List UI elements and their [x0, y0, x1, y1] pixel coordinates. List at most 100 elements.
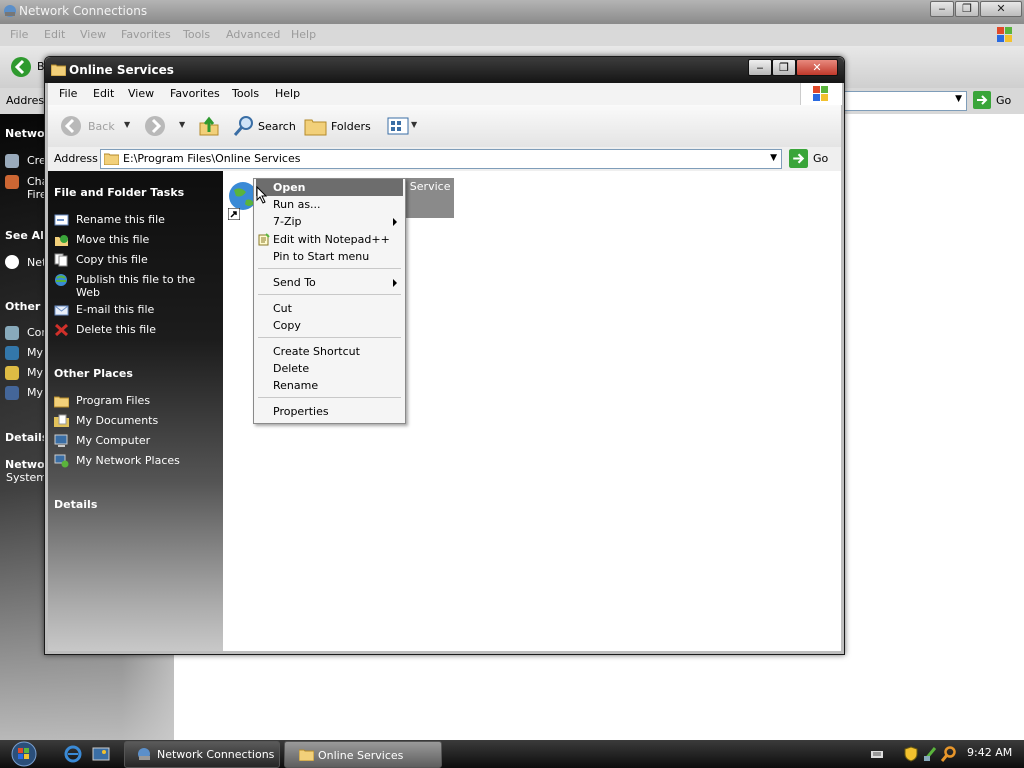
place-my-documents[interactable]: My Documents	[76, 414, 158, 427]
task-delete[interactable]: Delete this file	[76, 323, 156, 336]
chevron-down-icon[interactable]: ▼	[770, 153, 777, 163]
security-shield-icon[interactable]	[904, 746, 918, 762]
address-field[interactable]: E:\Program Files\Online Services ▼	[100, 149, 782, 169]
context-menu-7zip[interactable]: 7-Zip	[256, 213, 403, 230]
menu-file[interactable]: File	[59, 87, 77, 100]
taskbar-online-services-label: Online Services	[318, 749, 404, 762]
taskbar-clock[interactable]: 9:42 AM	[967, 746, 1012, 759]
bg-menu-help[interactable]: Help	[291, 28, 316, 41]
bg-minimize-button[interactable]: ‒	[930, 1, 954, 17]
context-menu-rename-label: Rename	[273, 379, 319, 392]
maximize-button[interactable]: ❐	[772, 59, 796, 76]
task-email[interactable]: E-mail this file	[76, 303, 154, 316]
minimize-button[interactable]: ‒	[748, 59, 772, 76]
close-button[interactable]: ✕	[796, 59, 838, 76]
folder-icon	[51, 64, 66, 76]
file-label: t Service	[402, 180, 451, 193]
taskbar-network-connections-label: Network Connections	[157, 748, 275, 761]
back-dropdown-icon[interactable]: ▼	[124, 120, 130, 129]
file-folder-tasks-title[interactable]: File and Folder Tasks	[54, 186, 184, 199]
search-button-label[interactable]: Search	[258, 120, 296, 133]
taskbar-network-connections[interactable]: Network Connections	[124, 741, 280, 768]
place-my-network-places[interactable]: My Network Places	[76, 454, 180, 467]
bg-menu-view[interactable]: View	[80, 28, 106, 41]
bg-menu-tools[interactable]: Tools	[183, 28, 210, 41]
context-menu-edit-notepad-label: Edit with Notepad++	[273, 233, 390, 246]
menu-help[interactable]: Help	[275, 87, 300, 100]
show-desktop-icon[interactable]	[92, 745, 110, 763]
context-menu-edit-notepad[interactable]: Edit with Notepad++	[256, 231, 403, 248]
place-program-files[interactable]: Program Files	[76, 394, 150, 407]
bg-address-field[interactable]: ▼	[843, 91, 967, 111]
online-services-window: Online Services ‒ ❐ ✕ File Edit View Fav…	[44, 56, 845, 655]
task-copy[interactable]: Copy this file	[76, 253, 148, 266]
bg-menu-edit[interactable]: Edit	[44, 28, 65, 41]
up-folder-icon[interactable]	[198, 115, 220, 137]
bg-close-button[interactable]: ✕	[980, 1, 1022, 17]
context-menu-send-to[interactable]: Send To	[256, 274, 403, 291]
email-icon	[54, 305, 69, 316]
chevron-down-icon[interactable]: ▼	[955, 94, 962, 104]
bg-go-label[interactable]: Go	[996, 94, 1011, 107]
context-menu-rename[interactable]: Rename	[256, 377, 403, 394]
bg-maximize-button[interactable]: ❐	[955, 1, 979, 17]
context-menu-open[interactable]: Open	[256, 179, 403, 196]
context-menu-delete-label: Delete	[273, 362, 310, 375]
context-menu-pin-start[interactable]: Pin to Start menu	[256, 248, 403, 265]
views-dropdown-icon[interactable]: ▼	[411, 120, 417, 129]
details-title[interactable]: Details	[54, 498, 97, 511]
menu-view[interactable]: View	[128, 87, 154, 100]
task-rename[interactable]: Rename this file	[76, 213, 165, 226]
folders-icon[interactable]	[304, 115, 328, 137]
search-tray-icon[interactable]	[941, 746, 957, 762]
menubar: File Edit View Favorites Tools Help	[48, 83, 842, 106]
context-menu-delete[interactable]: Delete	[256, 360, 403, 377]
bg-menu-favorites[interactable]: Favorites	[121, 28, 171, 41]
start-button-icon[interactable]	[10, 741, 38, 767]
bg-window-titlebar[interactable]: Network Connections ‒ ❐ ✕	[0, 0, 1024, 24]
taskbar-online-services[interactable]: Online Services	[284, 741, 442, 768]
back-arrow-icon[interactable]	[60, 115, 82, 137]
shortcut-arrow-icon	[228, 208, 240, 220]
context-menu-cut[interactable]: Cut	[256, 300, 403, 317]
menu-tools[interactable]: Tools	[232, 87, 259, 100]
go-arrow-icon[interactable]	[973, 91, 991, 109]
bg-menu-file[interactable]: File	[10, 28, 28, 41]
bg-op-2[interactable]: My	[27, 346, 43, 359]
folders-button-label[interactable]: Folders	[331, 120, 371, 133]
bg-op-4[interactable]: My	[27, 386, 43, 399]
firewall-icon	[5, 175, 19, 189]
context-menu-run-as[interactable]: Run as...	[256, 196, 403, 213]
context-menu-properties[interactable]: Properties	[256, 403, 403, 420]
back-button-label[interactable]: Back	[88, 120, 115, 133]
keyboard-icon[interactable]	[871, 748, 883, 760]
forward-arrow-icon[interactable]	[144, 115, 166, 137]
other-places-title[interactable]: Other Places	[54, 367, 133, 380]
menu-favorites[interactable]: Favorites	[170, 87, 220, 100]
search-icon[interactable]	[232, 114, 256, 138]
bg-menu-advanced[interactable]: Advanced	[226, 28, 280, 41]
forward-dropdown-icon[interactable]: ▼	[179, 120, 185, 129]
views-icon[interactable]	[387, 116, 409, 136]
bg-op-3[interactable]: My	[27, 366, 43, 379]
network-tray-icon[interactable]	[923, 746, 937, 762]
back-arrow-icon[interactable]	[10, 56, 32, 78]
task-publish-line1[interactable]: Publish this file to the	[76, 273, 195, 286]
go-arrow-icon[interactable]	[789, 149, 808, 168]
task-move[interactable]: Move this file	[76, 233, 149, 246]
address-label: Address	[54, 152, 98, 165]
menu-edit[interactable]: Edit	[93, 87, 114, 100]
bg-task-create[interactable]: Cre	[27, 154, 46, 167]
toolbar: Back ▼ ▼ Search Folders ▼	[48, 105, 841, 148]
task-publish-line2[interactable]: Web	[76, 286, 100, 299]
window-titlebar[interactable]: Online Services ‒ ❐ ✕	[45, 57, 844, 83]
menu-separator	[258, 337, 401, 338]
internet-explorer-icon[interactable]	[64, 745, 82, 763]
folder-icon	[299, 749, 314, 761]
go-button-label[interactable]: Go	[813, 152, 828, 165]
folder-icon	[104, 153, 119, 165]
address-path: E:\Program Files\Online Services	[123, 152, 301, 165]
place-my-computer[interactable]: My Computer	[76, 434, 150, 447]
context-menu-create-shortcut[interactable]: Create Shortcut	[256, 343, 403, 360]
context-menu-copy[interactable]: Copy	[256, 317, 403, 334]
